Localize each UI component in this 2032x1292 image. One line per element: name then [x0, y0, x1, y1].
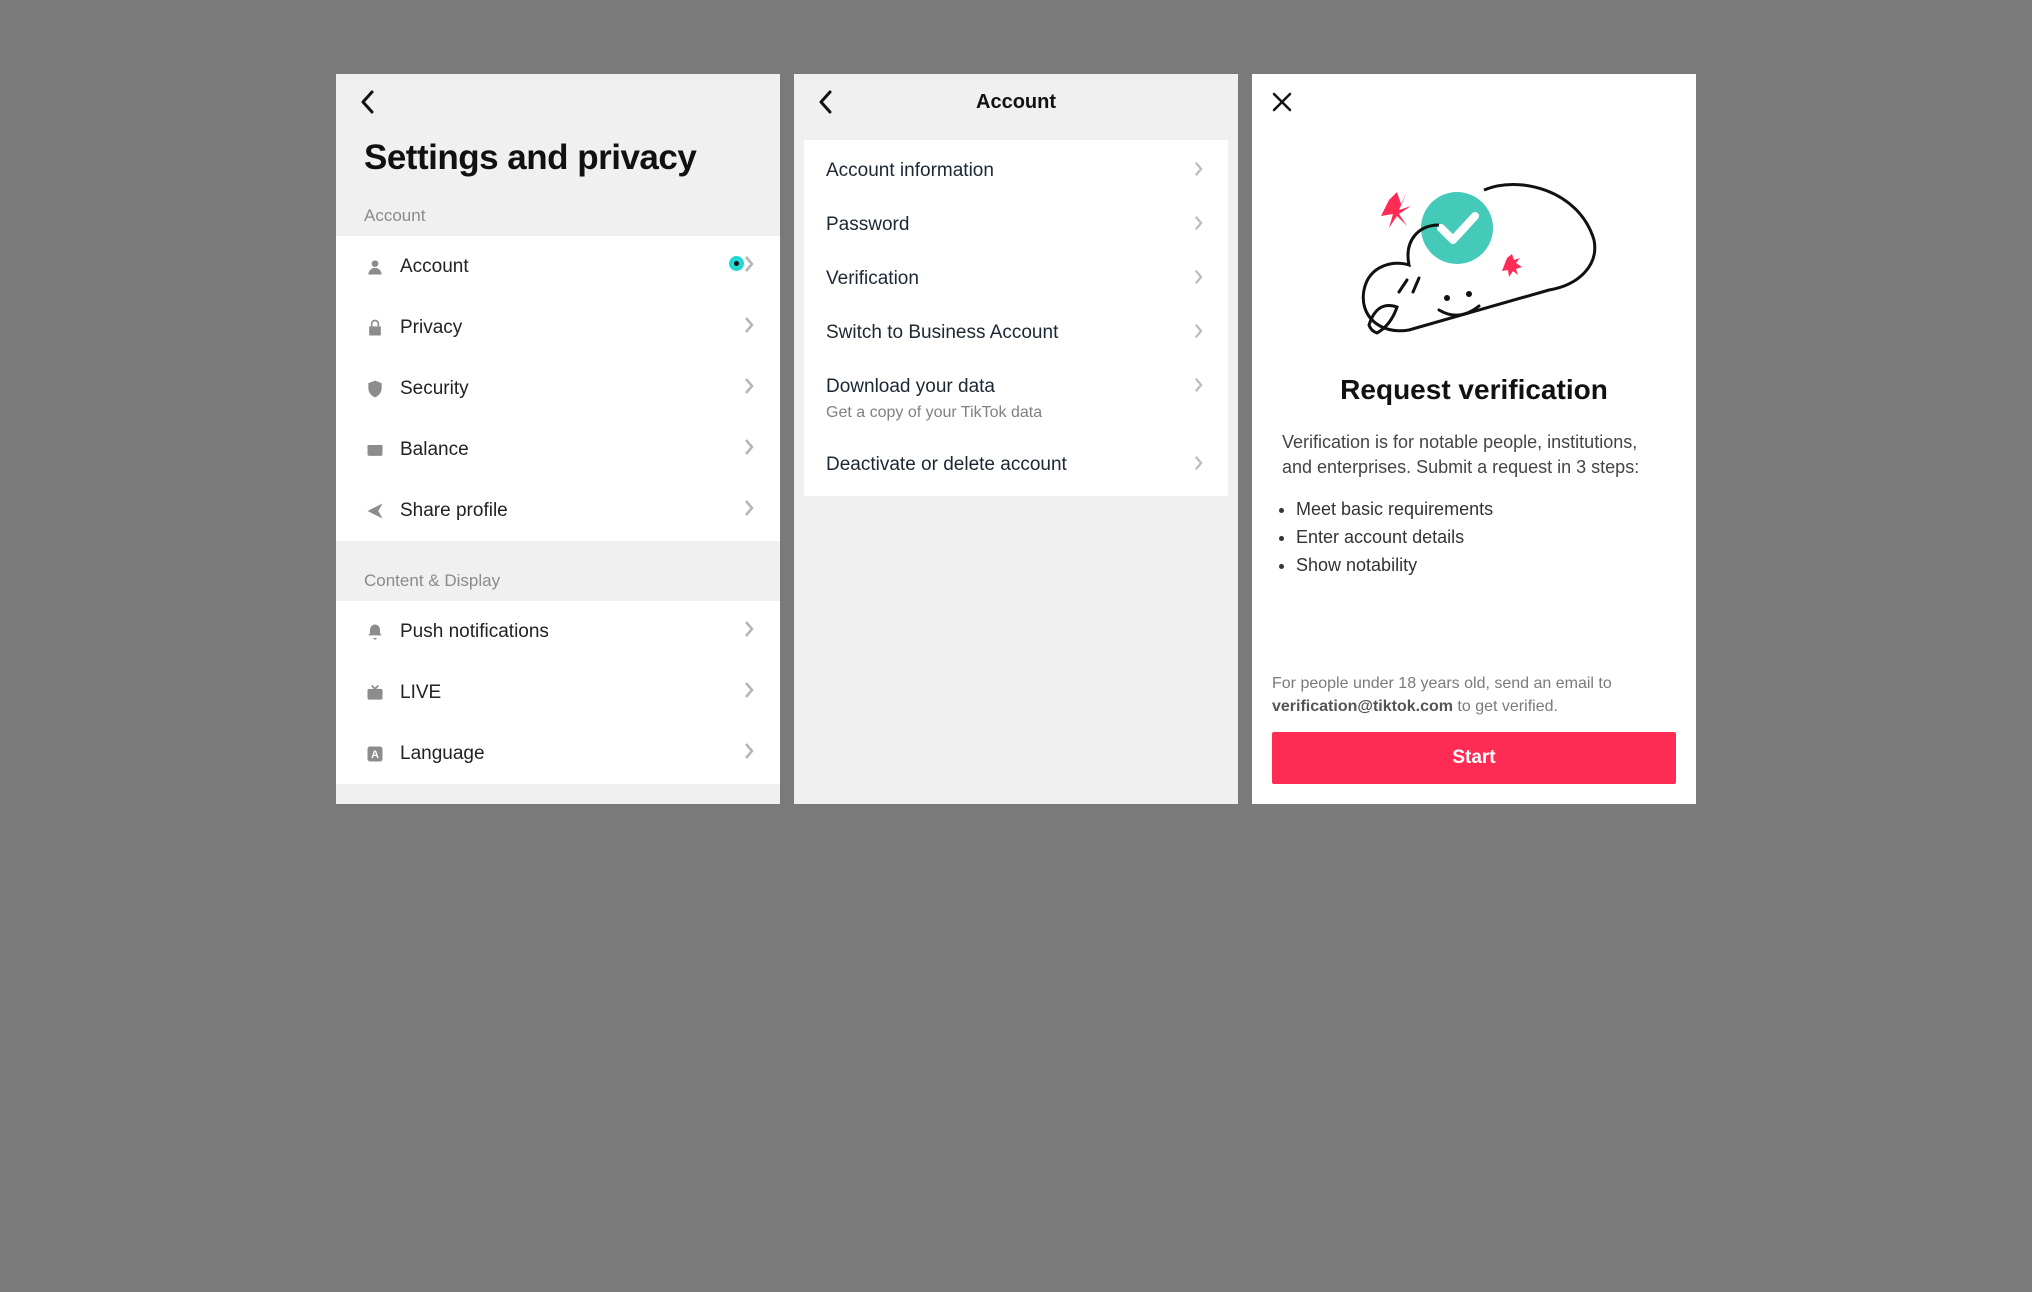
verification-footer: For people under 18 years old, send an e…: [1272, 673, 1676, 784]
chevron-right-icon: [744, 681, 760, 704]
row-label: Language: [400, 743, 744, 765]
back-button[interactable]: [354, 89, 380, 115]
bell-icon: [364, 621, 386, 643]
share-icon: [364, 500, 386, 522]
chevron-right-icon: [1194, 269, 1206, 290]
row-label: Push notifications: [400, 621, 744, 643]
person-icon: [364, 256, 386, 278]
back-button[interactable]: [812, 89, 838, 115]
chevron-right-icon: [1194, 161, 1206, 182]
email-prefix: For people under 18 years old, send an e…: [1272, 675, 1612, 692]
shield-icon: [364, 378, 386, 400]
row-switch-business[interactable]: Switch to Business Account: [804, 306, 1228, 360]
step-item: Meet basic requirements: [1296, 496, 1666, 524]
svg-text:A: A: [371, 749, 379, 761]
account-menu: Account information Password Verificatio…: [804, 140, 1228, 496]
step-item: Show notability: [1296, 552, 1666, 580]
row-language[interactable]: A Language: [336, 723, 780, 784]
chevron-right-icon: [1194, 215, 1206, 236]
row-label: Deactivate or delete account: [826, 454, 1194, 476]
tv-icon: [364, 682, 386, 704]
verification-description: Verification is for notable people, inst…: [1252, 430, 1696, 496]
chevron-left-icon: [360, 90, 374, 114]
account-list: Account Privacy Security Balance Share p…: [336, 236, 780, 541]
row-label: LIVE: [400, 682, 744, 704]
row-live[interactable]: LIVE: [336, 662, 780, 723]
section-header-content: Content & Display: [336, 565, 780, 601]
close-button[interactable]: [1270, 90, 1294, 114]
step-item: Enter account details: [1296, 524, 1666, 552]
chevron-right-icon: [744, 377, 760, 400]
row-label: Switch to Business Account: [826, 322, 1194, 344]
panel-header: [336, 74, 780, 130]
verification-illustration-svg: [1349, 170, 1599, 350]
row-label: Password: [826, 214, 1194, 236]
row-label: Share profile: [400, 500, 744, 522]
email-address: verification@tiktok.com: [1272, 698, 1453, 715]
chevron-right-icon: [744, 499, 760, 522]
row-subtitle: Get a copy of your TikTok data: [826, 404, 1042, 422]
row-label: Privacy: [400, 317, 744, 339]
chevron-right-icon: [744, 438, 760, 461]
row-deactivate[interactable]: Deactivate or delete account: [804, 438, 1228, 492]
row-verification[interactable]: Verification: [804, 252, 1228, 306]
notification-dot-icon: [729, 256, 744, 271]
email-notice: For people under 18 years old, send an e…: [1272, 673, 1676, 718]
lock-icon: [364, 317, 386, 339]
row-account-information[interactable]: Account information: [804, 144, 1228, 198]
row-label: Security: [400, 378, 744, 400]
row-account[interactable]: Account: [336, 236, 780, 297]
row-security[interactable]: Security: [336, 358, 780, 419]
chevron-right-icon: [1194, 377, 1206, 398]
row-password[interactable]: Password: [804, 198, 1228, 252]
content-list: Push notifications LIVE A Language: [336, 601, 780, 784]
email-suffix: to get verified.: [1453, 698, 1558, 715]
chevron-right-icon: [744, 255, 760, 278]
page-title: Settings and privacy: [336, 130, 780, 200]
chevron-right-icon: [744, 742, 760, 765]
section-header-account: Account: [336, 200, 780, 236]
row-push-notifications[interactable]: Push notifications: [336, 601, 780, 662]
row-label: Verification: [826, 268, 1194, 290]
wallet-icon: [364, 439, 386, 461]
verification-steps: Meet basic requirements Enter account de…: [1252, 496, 1696, 580]
panel-header: Account: [794, 74, 1238, 130]
settings-panel: Settings and privacy Account Account Pri…: [336, 74, 780, 804]
row-label: Balance: [400, 439, 744, 461]
chevron-right-icon: [744, 316, 760, 339]
row-balance[interactable]: Balance: [336, 419, 780, 480]
chevron-left-icon: [818, 90, 832, 114]
verification-title: Request verification: [1252, 368, 1696, 430]
chevron-right-icon: [744, 620, 760, 643]
account-panel: Account Account information Password Ver…: [794, 74, 1238, 804]
panel-header: [1252, 74, 1696, 130]
start-button[interactable]: Start: [1272, 732, 1676, 784]
row-share-profile[interactable]: Share profile: [336, 480, 780, 541]
row-label: Account: [400, 256, 609, 278]
chevron-right-icon: [1194, 323, 1206, 344]
verification-illustration: [1252, 130, 1696, 368]
row-download-data[interactable]: Download your data Get a copy of your Ti…: [804, 360, 1228, 438]
close-icon: [1270, 90, 1294, 114]
a-box-icon: A: [364, 743, 386, 765]
chevron-right-icon: [1194, 455, 1206, 476]
verification-panel: Request verification Verification is for…: [1252, 74, 1696, 804]
row-label: Account information: [826, 160, 1194, 182]
header-title: Account: [976, 91, 1056, 114]
row-label: Download your data: [826, 376, 1194, 398]
row-privacy[interactable]: Privacy: [336, 297, 780, 358]
